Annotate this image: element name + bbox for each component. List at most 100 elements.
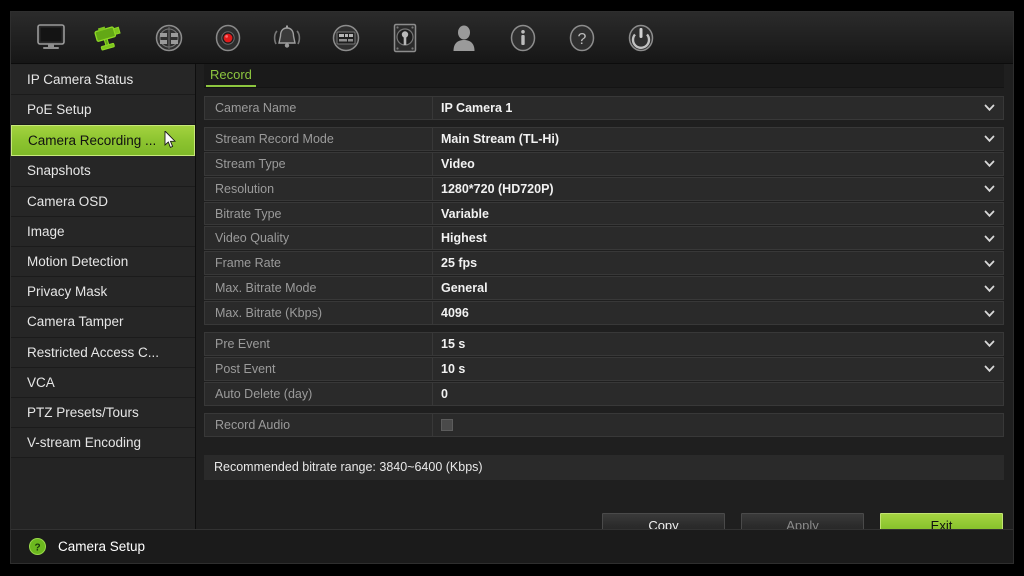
sidebar-item-ptz-presets-tours[interactable]: PTZ Presets/Tours bbox=[11, 397, 195, 429]
chevron-down-icon bbox=[984, 133, 995, 144]
sidebar-item-label: PoE Setup bbox=[27, 102, 92, 118]
sidebar-item-label: V-stream Encoding bbox=[27, 435, 142, 451]
form-group-camera: Camera Name IP Camera 1 bbox=[204, 96, 1004, 120]
field-value: Variable bbox=[441, 206, 489, 221]
sidebar-item-snapshots[interactable]: Snapshots bbox=[11, 156, 195, 187]
main-window: ? IP Camera Status PoE Setup Camera Reco… bbox=[10, 11, 1014, 564]
field-label: Auto Delete (day) bbox=[204, 381, 432, 406]
auto-delete-input[interactable]: 0 bbox=[432, 381, 1004, 406]
sidebar-item-v-stream-encoding[interactable]: V-stream Encoding bbox=[11, 428, 195, 459]
monitor-icon[interactable] bbox=[29, 18, 73, 58]
sidebar-item-privacy-mask[interactable]: Privacy Mask bbox=[11, 277, 195, 308]
sidebar-item-poe-setup[interactable]: PoE Setup bbox=[11, 95, 195, 126]
sidebar-item-label: IP Camera Status bbox=[27, 72, 134, 88]
form-row-auto-delete: Auto Delete (day) 0 bbox=[204, 381, 1004, 406]
svg-text:?: ? bbox=[34, 542, 40, 553]
sidebar-item-camera-tamper[interactable]: Camera Tamper bbox=[11, 307, 195, 338]
sidebar-item-ip-camera-status[interactable]: IP Camera Status bbox=[11, 65, 195, 96]
recommended-bitrate-hint: Recommended bitrate range: 3840~6400 (Kb… bbox=[204, 454, 1004, 480]
info-icon[interactable] bbox=[501, 18, 545, 58]
record-icon[interactable] bbox=[206, 18, 250, 58]
stream-type-dropdown[interactable]: Video bbox=[432, 151, 1004, 176]
field-value: 25 fps bbox=[441, 256, 478, 271]
resolution-dropdown[interactable]: 1280*720 (HD720P) bbox=[432, 176, 1004, 201]
sidebar-item-label: PTZ Presets/Tours bbox=[27, 404, 139, 420]
form-row-camera-name: Camera Name IP Camera 1 bbox=[204, 96, 1004, 120]
sidebar-item-label: Camera Recording ... bbox=[28, 133, 157, 149]
sidebar-item-image[interactable]: Image bbox=[11, 216, 195, 247]
sidebar-item-label: Camera OSD bbox=[27, 193, 109, 209]
tab-record[interactable]: Record bbox=[206, 67, 256, 87]
main-toolbar: ? bbox=[11, 12, 1013, 64]
field-value: Main Stream (TL-Hi) bbox=[441, 131, 560, 146]
content-panel: Record Camera Name IP Camera 1 Stream Re… bbox=[196, 64, 1013, 538]
field-label: Pre Event bbox=[204, 332, 432, 356]
bitrate-type-dropdown[interactable]: Variable bbox=[432, 201, 1004, 226]
field-value: 10 s bbox=[441, 361, 466, 376]
record-settings-form: Camera Name IP Camera 1 Stream Record Mo… bbox=[204, 88, 1004, 538]
chevron-down-icon bbox=[984, 363, 995, 374]
sidebar-item-motion-detection[interactable]: Motion Detection bbox=[11, 246, 195, 278]
form-row-post-event: Post Event 10 s bbox=[204, 356, 1004, 381]
field-value: 1280*720 (HD720P) bbox=[441, 181, 554, 196]
chevron-down-icon bbox=[984, 183, 995, 194]
field-label: Post Event bbox=[204, 356, 432, 381]
pre-event-dropdown[interactable]: 15 s bbox=[432, 332, 1004, 356]
chevron-down-icon bbox=[984, 283, 995, 294]
tab-label: Record bbox=[210, 67, 252, 82]
field-value: 0 bbox=[441, 386, 448, 401]
max-bitrate-mode-dropdown[interactable]: General bbox=[432, 276, 1004, 301]
field-label: Record Audio bbox=[204, 412, 432, 437]
chevron-down-icon bbox=[984, 158, 995, 169]
tab-strip: Record bbox=[204, 64, 1004, 88]
camera-name-dropdown[interactable]: IP Camera 1 bbox=[432, 96, 1004, 120]
chevron-down-icon bbox=[984, 338, 995, 349]
chevron-down-icon bbox=[984, 208, 995, 219]
field-label: Stream Record Mode bbox=[204, 126, 432, 151]
help-circle-icon[interactable]: ? bbox=[29, 538, 46, 555]
post-event-dropdown[interactable]: 10 s bbox=[432, 356, 1004, 381]
dvr-application: ? IP Camera Status PoE Setup Camera Reco… bbox=[0, 0, 1024, 576]
sidebar-menu: IP Camera Status PoE Setup Camera Record… bbox=[11, 64, 196, 529]
window-body: IP Camera Status PoE Setup Camera Record… bbox=[11, 64, 1013, 538]
form-row-bitrate-type: Bitrate Type Variable bbox=[204, 201, 1004, 226]
svg-text:?: ? bbox=[578, 31, 587, 48]
chevron-down-icon bbox=[984, 233, 995, 244]
sidebar-item-vca[interactable]: VCA bbox=[11, 367, 195, 398]
sidebar-item-label: Camera Tamper bbox=[27, 314, 124, 330]
hard-disk-icon[interactable] bbox=[383, 18, 427, 58]
network-icon[interactable] bbox=[147, 18, 191, 58]
form-row-max-bitrate: Max. Bitrate (Kbps) 4096 bbox=[204, 301, 1004, 326]
sidebar-item-camera-osd[interactable]: Camera OSD bbox=[11, 186, 195, 217]
field-label: Max. Bitrate (Kbps) bbox=[204, 301, 432, 326]
form-row-video-quality: Video Quality Highest bbox=[204, 226, 1004, 251]
sidebar-item-label: Restricted Access C... bbox=[27, 344, 160, 360]
sidebar-item-restricted-access[interactable]: Restricted Access C... bbox=[11, 337, 195, 368]
sidebar-item-label: Privacy Mask bbox=[27, 284, 108, 300]
field-value: IP Camera 1 bbox=[441, 100, 513, 115]
power-icon[interactable] bbox=[619, 18, 663, 58]
help-icon[interactable]: ? bbox=[560, 18, 604, 58]
form-group-encoding: Stream Record Mode Main Stream (TL-Hi) S… bbox=[204, 126, 1004, 326]
record-audio-checkbox[interactable] bbox=[441, 418, 453, 431]
field-value: Highest bbox=[441, 231, 487, 246]
field-value: 15 s bbox=[441, 336, 466, 351]
chevron-down-icon bbox=[984, 258, 995, 269]
stream-record-mode-dropdown[interactable]: Main Stream (TL-Hi) bbox=[432, 126, 1004, 151]
alarm-bell-icon[interactable] bbox=[265, 18, 309, 58]
video-quality-dropdown[interactable]: Highest bbox=[432, 226, 1004, 251]
user-icon[interactable] bbox=[442, 18, 486, 58]
device-icon[interactable] bbox=[324, 18, 368, 58]
chevron-down-icon bbox=[984, 308, 995, 319]
form-row-max-bitrate-mode: Max. Bitrate Mode General bbox=[204, 276, 1004, 301]
sidebar-item-camera-recording[interactable]: Camera Recording ... bbox=[11, 125, 195, 157]
form-row-resolution: Resolution 1280*720 (HD720P) bbox=[204, 176, 1004, 201]
field-value: 4096 bbox=[441, 306, 469, 321]
form-row-stream-type: Stream Type Video bbox=[204, 151, 1004, 176]
field-label: Camera Name bbox=[204, 96, 432, 120]
max-bitrate-dropdown[interactable]: 4096 bbox=[432, 301, 1004, 326]
frame-rate-dropdown[interactable]: 25 fps bbox=[432, 251, 1004, 276]
camera-icon[interactable] bbox=[88, 18, 132, 58]
field-label: Stream Type bbox=[204, 151, 432, 176]
sidebar-item-label: VCA bbox=[27, 374, 55, 390]
